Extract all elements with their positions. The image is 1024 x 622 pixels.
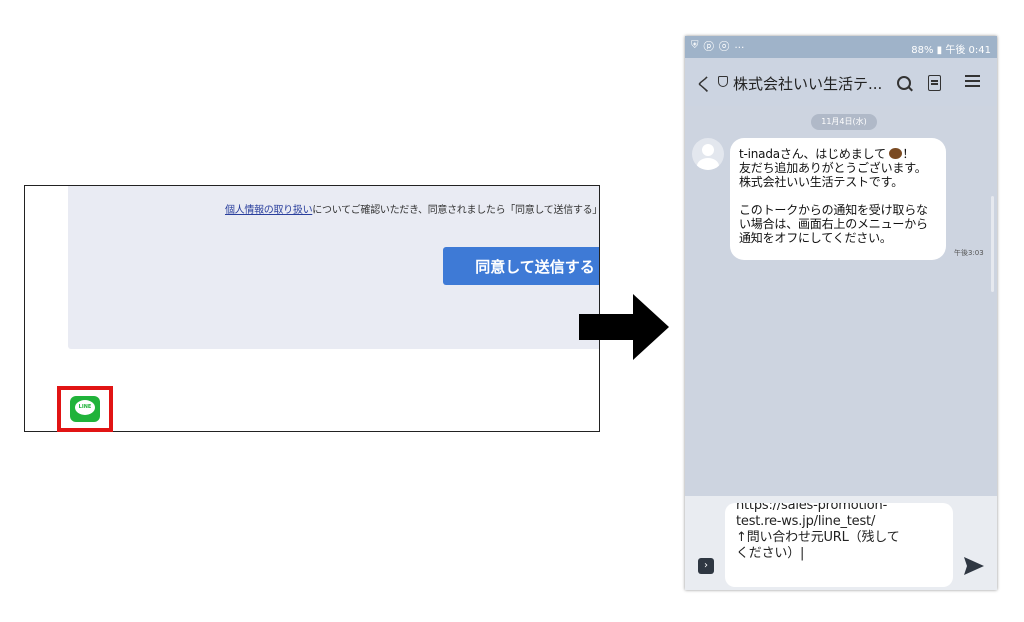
status-bar: ⛨ ⓟ ⓞ … 88% ▮ 午後 0:41 (685, 36, 997, 58)
message-exclaim: ！ (902, 147, 915, 161)
message-composer: › https://sales-promotion- test.re-ws.jp… (685, 496, 997, 590)
chat-message-bubble: t-inadaさん、はじめまして ！ 友だち追加ありがとうございます。 株式会社… (730, 138, 946, 260)
status-battery-time: 88% ▮ 午後 0:41 (911, 45, 991, 56)
message-line: 通知をオフにしてください。 (739, 231, 892, 245)
chat-title: 株式会社いい生活テ... (733, 75, 883, 93)
scrollbar[interactable] (991, 196, 994, 292)
line-icon-label: LINE (78, 404, 92, 410)
verified-shield-icon (718, 76, 728, 87)
send-icon[interactable] (964, 557, 984, 575)
bear-emoji-icon (889, 148, 903, 159)
right-arrow-icon (579, 294, 669, 360)
message-line: 友だち追加ありがとうございます。 (739, 161, 927, 175)
privacy-notice: 個人情報の取り扱いについてご確認いただき、同意されましたら「同意して送信する」 (225, 201, 600, 216)
message-input-text: https://sales-promotion- test.re-ws.jp/l… (736, 503, 900, 561)
form-panel: 個人情報の取り扱いについてご確認いただき、同意されましたら「同意して送信する」 … (68, 186, 600, 349)
status-icons: ⛨ ⓟ ⓞ … (691, 40, 746, 51)
message-timestamp: 午後3:03 (954, 249, 984, 257)
message-line: このトークからの通知を受け取らな (739, 203, 928, 217)
message-line: い場合は、画面右上のメニューから (739, 217, 928, 231)
message-line: 株式会社いい生活テストです。 (739, 175, 904, 189)
message-line: t-inadaさん、はじめまして ！ (739, 147, 915, 161)
privacy-notice-text: についてご確認いただき、同意されましたら「同意して送信する」 (312, 205, 600, 216)
privacy-policy-link[interactable]: 個人情報の取り扱い (225, 205, 313, 216)
date-separator: 11月4日(水) (811, 114, 877, 130)
agree-submit-button[interactable]: 同意して送信する (443, 247, 599, 285)
message-input[interactable]: https://sales-promotion- test.re-ws.jp/l… (725, 503, 953, 587)
note-icon[interactable] (928, 75, 941, 91)
menu-icon[interactable] (965, 75, 980, 77)
expand-menu-button[interactable]: › (698, 558, 714, 574)
line-chat-screenshot: ⛨ ⓟ ⓞ … 88% ▮ 午後 0:41 く 株式会社いい生活テ... 11月… (685, 36, 997, 590)
line-icon[interactable]: LINE (70, 396, 100, 422)
search-icon[interactable] (897, 76, 911, 90)
avatar[interactable] (692, 138, 724, 170)
back-icon[interactable]: く (695, 71, 713, 97)
chat-header: く 株式会社いい生活テ... (685, 58, 997, 106)
message-line (739, 189, 938, 203)
